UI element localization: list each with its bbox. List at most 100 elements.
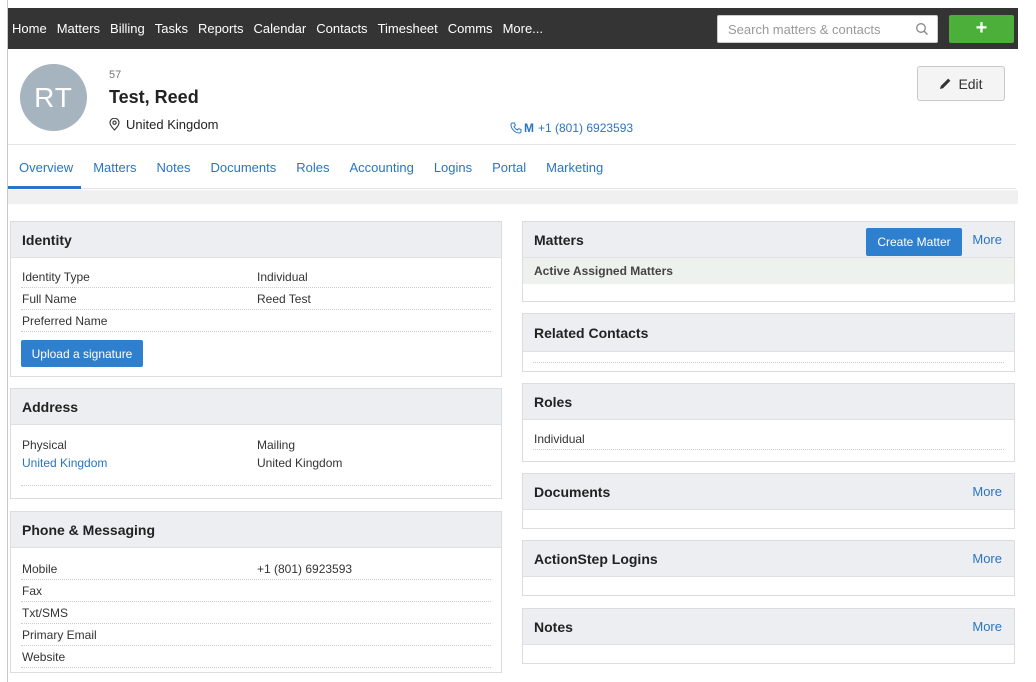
upload-signature-button[interactable]: Upload a signature: [21, 340, 143, 367]
identity-type-label: Identity Type: [22, 269, 90, 284]
mobile-number: +1 (801) 6923593: [538, 121, 634, 135]
nav-matters[interactable]: Matters: [57, 21, 100, 36]
mailing-label: Mailing: [257, 438, 296, 452]
tab-matters[interactable]: Matters: [93, 147, 136, 189]
create-matter-button[interactable]: Create Matter: [866, 228, 962, 256]
documents-panel: Documents More: [522, 473, 1015, 529]
nav-billing[interactable]: Billing: [110, 21, 145, 36]
active-matters-label: Active Assigned Matters: [534, 264, 673, 278]
documents-more-link[interactable]: More: [972, 484, 1002, 499]
physical-label: Physical: [22, 438, 67, 452]
app-window: Home Matters Billing Tasks Reports Calen…: [0, 0, 1036, 682]
tab-overview[interactable]: Overview: [7, 147, 82, 189]
identity-row: Preferred Name: [11, 310, 501, 331]
address-title: Address: [11, 389, 501, 425]
phone-icon: [510, 122, 522, 134]
left-edge: [0, 0, 8, 682]
identity-row: Full Name Reed Test: [11, 288, 501, 309]
related-contacts-panel: Related Contacts: [522, 313, 1015, 372]
website-label: Website: [22, 649, 66, 664]
row-divider: [533, 449, 1004, 450]
tab-marketing[interactable]: Marketing: [546, 147, 603, 189]
contact-tabs: Overview Matters Notes Documents Roles A…: [7, 147, 1016, 189]
nav-timesheet[interactable]: Timesheet: [378, 21, 438, 36]
divider-strip: [8, 190, 1018, 204]
contact-header: RT 57 Test, Reed United Kingdom M +1 (80…: [8, 53, 1016, 145]
nav-calendar[interactable]: Calendar: [253, 21, 306, 36]
location-text: United Kingdom: [126, 117, 219, 132]
tab-logins[interactable]: Logins: [434, 147, 472, 189]
row-divider: [21, 485, 491, 486]
preferred-name-label: Preferred Name: [22, 313, 108, 328]
contact-id: 57: [109, 69, 122, 81]
tab-portal[interactable]: Portal: [492, 147, 526, 189]
related-title: Related Contacts: [523, 314, 1014, 352]
row-divider: [533, 362, 1004, 363]
row-divider: [21, 667, 491, 668]
search-input[interactable]: [718, 21, 908, 37]
nav-comms[interactable]: Comms: [448, 21, 493, 36]
identity-type-value: Individual: [257, 269, 308, 284]
contact-name: Test, Reed: [109, 87, 199, 107]
mobile-type-label: M: [524, 121, 534, 135]
phone-row: Website: [11, 646, 501, 667]
add-button[interactable]: +: [949, 15, 1014, 43]
edit-button[interactable]: Edit: [917, 66, 1005, 101]
matters-panel: Matters Create Matter More Active Assign…: [522, 221, 1015, 302]
phone-row: Txt/SMS: [11, 602, 501, 623]
full-name-value: Reed Test: [257, 291, 311, 306]
top-nav: Home Matters Billing Tasks Reports Calen…: [8, 8, 1018, 49]
phone-row: Fax: [11, 580, 501, 601]
address-labels-row: Physical Mailing: [11, 436, 501, 454]
roles-panel: Roles Individual: [522, 383, 1015, 462]
nav-home[interactable]: Home: [12, 21, 47, 36]
identity-panel: Identity Identity Type Individual Full N…: [10, 221, 502, 377]
phone-row: Primary Email: [11, 624, 501, 645]
identity-row: Identity Type Individual: [11, 266, 501, 287]
tab-accounting[interactable]: Accounting: [350, 147, 414, 189]
phone-panel: Phone & Messaging Mobile +1 (801) 692359…: [10, 511, 502, 673]
contact-mobile[interactable]: M +1 (801) 6923593: [510, 121, 633, 135]
nav-tasks[interactable]: Tasks: [155, 21, 188, 36]
matters-more-link[interactable]: More: [972, 232, 1002, 247]
pencil-icon: [940, 78, 951, 89]
phone-title: Phone & Messaging: [11, 512, 501, 548]
address-values-row: United Kingdom United Kingdom: [11, 454, 501, 472]
address-panel: Address Physical Mailing United Kingdom …: [10, 388, 502, 499]
nav-contacts[interactable]: Contacts: [316, 21, 367, 36]
notes-more-link[interactable]: More: [972, 619, 1002, 634]
logins-header: ActionStep Logins More: [523, 541, 1014, 577]
fax-label: Fax: [22, 583, 43, 598]
documents-title: Documents: [534, 483, 611, 500]
mobile-label: Mobile: [22, 561, 58, 576]
matters-title: Matters: [534, 231, 584, 248]
role-item-row: Individual: [523, 428, 1014, 449]
logins-title: ActionStep Logins: [534, 550, 658, 567]
roles-title: Roles: [523, 384, 1014, 420]
sms-label: Txt/SMS: [22, 605, 69, 620]
role-item: Individual: [534, 431, 585, 446]
tab-documents[interactable]: Documents: [211, 147, 277, 189]
logins-more-link[interactable]: More: [972, 551, 1002, 566]
map-pin-icon: [109, 118, 120, 131]
nav-reports[interactable]: Reports: [198, 21, 244, 36]
search-box: [717, 15, 938, 43]
mailing-value[interactable]: United Kingdom: [257, 456, 342, 470]
phone-row: Mobile +1 (801) 6923593: [11, 558, 501, 579]
notes-header: Notes More: [523, 609, 1014, 645]
logins-panel: ActionStep Logins More: [522, 540, 1015, 596]
search-icon[interactable]: [915, 22, 929, 36]
row-divider: [21, 331, 491, 332]
edit-label: Edit: [958, 75, 983, 92]
documents-header: Documents More: [523, 474, 1014, 510]
matters-header: Matters Create Matter More: [523, 222, 1014, 258]
mobile-value[interactable]: +1 (801) 6923593: [257, 562, 352, 576]
notes-title: Notes: [534, 618, 573, 635]
contact-location: United Kingdom: [109, 117, 219, 132]
physical-value[interactable]: United Kingdom: [22, 456, 107, 470]
nav-more[interactable]: More...: [503, 21, 543, 36]
email-label: Primary Email: [22, 627, 97, 642]
avatar: RT: [20, 64, 87, 131]
tab-roles[interactable]: Roles: [296, 147, 329, 189]
tab-notes[interactable]: Notes: [157, 147, 191, 189]
